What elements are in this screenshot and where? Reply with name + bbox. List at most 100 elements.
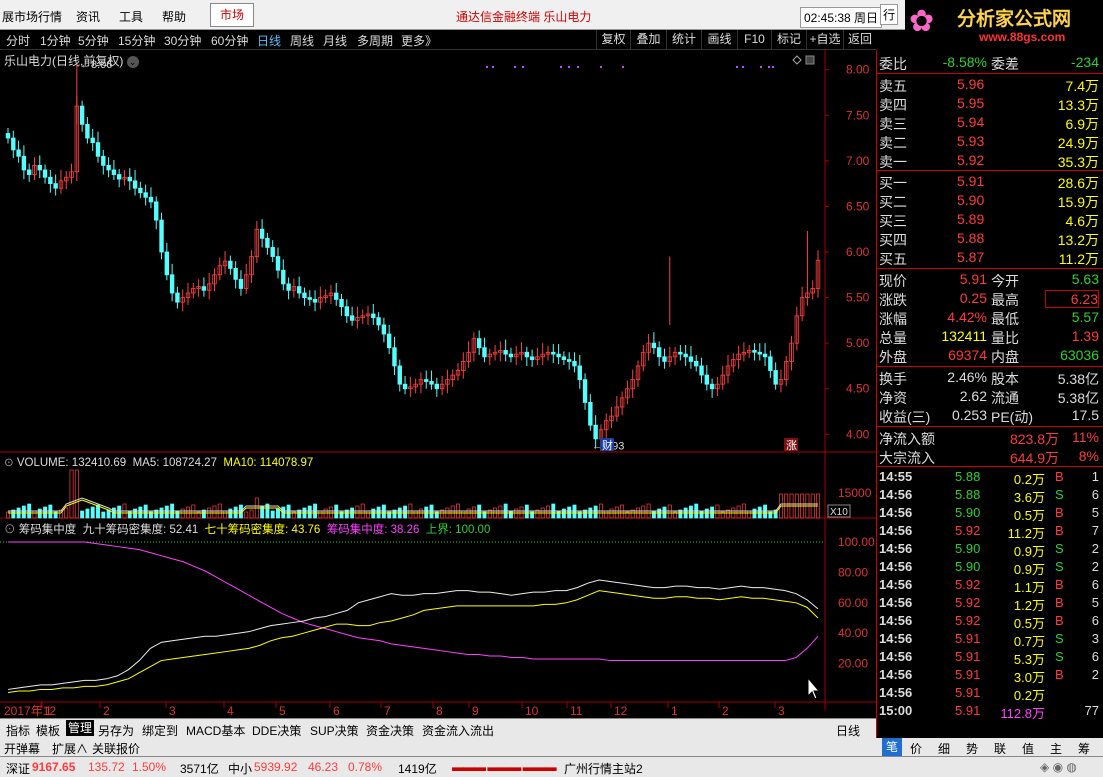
tick-direction: S [1055,559,1064,574]
tick-count: 7 [1091,523,1099,538]
candle-body [307,297,312,300]
candle-body [21,155,27,171]
diff-value: -234 [1070,54,1099,70]
panel-tab-4[interactable]: 联 [994,740,1006,757]
indicator-tab-0[interactable]: 指标 [6,722,30,739]
indicator-tab-3[interactable]: 另存为 [98,722,134,739]
signal-dot [577,66,579,68]
candle-body [704,374,710,385]
candle-body [561,356,567,360]
tick-time: 15:00 [879,703,913,718]
toolbar-1-button[interactable]: 叠加 [630,30,666,50]
indicator-tab-5[interactable]: MACD基本 [186,722,245,739]
chevron-down-icon[interactable]: ⊙ [4,457,17,469]
volume-bar [276,508,280,519]
indicator-tab-6[interactable]: DDE决策 [252,722,301,739]
market-tab[interactable]: 市场 [210,3,254,27]
chevron-down-icon[interactable]: ⊙ [4,524,19,536]
bid-volume: 15.9万 [1057,194,1099,210]
sz-value: 9167.65 [32,760,76,774]
bid-volume: 11.2万 [1058,251,1099,267]
stat-label: 今开 [991,273,1019,289]
flow-label: 大宗流入 [879,450,935,466]
stats2-row: 换手 2.46% 股本 5.38亿 [877,368,1103,387]
zx-pct: 0.78% [348,760,383,774]
tick-direction: B [1055,523,1064,538]
ask-row: 卖四 5.95 13.3万 [877,94,1103,113]
menu-news[interactable]: 资讯 [76,8,100,25]
stat-label: 外盘 [879,349,907,365]
period-7-button[interactable]: 周线 [290,32,314,49]
menu-help[interactable]: 帮助 [162,8,186,25]
tick-price: 5.90 [955,559,981,574]
ask-volume: 24.9万 [1057,135,1099,151]
volume-bar [508,510,513,519]
indicator-tab-7[interactable]: SUP决策 [310,722,359,739]
toolbar-7-button[interactable]: 返回 [843,30,876,50]
period-0-button[interactable]: 分时 [6,32,30,49]
price-tick-label: 7.00 [846,154,870,168]
stat-value: 0.253 [951,407,987,423]
stat-label: 最低 [991,311,1019,327]
volume-bar [318,510,323,519]
toolbar-2-button[interactable]: 统计 [666,30,701,50]
flow-row: 大宗流入 644.9万 8% [877,447,1103,466]
period-4-button[interactable]: 30分钟 [164,32,201,49]
period-9-button[interactable]: 多周期 [357,32,393,49]
indicator-tab-9[interactable]: 资金流入流出 [422,722,494,739]
tick-time: 14:56 [879,613,913,628]
bid-price: 5.87 [957,249,985,265]
chart-canvas[interactable]: 8.00 7.50 7.00 6.50 6.00 5.50 5.00 4.50 4.00 ←8.0… [0,50,876,718]
panel-tab-1[interactable]: 价 [910,740,922,757]
candle-body [709,383,715,390]
period-6-button[interactable]: 日线 [257,32,281,49]
signal-dot [736,66,738,68]
panel-tab-0[interactable]: 笔 [882,738,903,756]
period-5-button[interactable]: 60分钟 [211,32,248,49]
volume-bar [164,505,169,519]
panel-tab-5[interactable]: 值 [1022,740,1034,757]
expand-button[interactable]: 扩展∧ [52,740,88,757]
panel-tab-2[interactable]: 细 [938,740,950,757]
status-icons[interactable]: ◈ ◉ ◍ [1040,760,1077,774]
chart-area[interactable]: 乐山电力(日线,前复权) ⌄ 8.00 7.50 7.00 6.50 6.00 5.50 5… [0,50,876,718]
tick-direction: B [1055,613,1064,628]
volume-bar [80,510,85,519]
candle-body [429,381,434,385]
toolbar-5-button[interactable]: 标记 [771,30,806,50]
period-8-button[interactable]: 月线 [323,32,347,49]
toolbar-6-button[interactable]: +自选 [806,30,843,50]
diamond-icon [792,55,802,65]
stats-row: 总量 132411 量比 1.39 [877,327,1103,346]
ask-row: 卖三 5.94 6.9万 [877,113,1103,132]
tick-direction: S [1055,541,1064,556]
panel-tab-3[interactable]: 势 [966,740,978,757]
tick-row: 14:56 5.91 3.0万 B 2 [877,666,1103,685]
toolbar-0-button[interactable]: 复权 [596,30,630,50]
stats-row: 涨跌 0.25 最高 6.23 [877,289,1103,308]
row-button[interactable]: 行 [880,4,899,25]
indicator-tab-1[interactable]: 模板 [36,722,60,739]
period-1-button[interactable]: 1分钟 [40,32,71,49]
menu-market-quotes[interactable]: 展市场行情 [2,8,62,25]
tick-time: 14:56 [879,523,913,538]
toolbar-4-button[interactable]: F10 [737,30,771,50]
chip-tick-label: 60.00 [838,596,868,610]
tick-row: 14:56 5.91 0.7万 S 3 [877,630,1103,649]
menu-tools[interactable]: 工具 [119,8,143,25]
panel-tab-7[interactable]: 筹 [1078,740,1090,757]
volume-bar [244,511,249,519]
bid-label: 买三 [879,213,907,229]
candle-body [302,292,307,298]
period-2-button[interactable]: 5分钟 [78,32,109,49]
period-3-button[interactable]: 15分钟 [118,32,155,49]
indicator-tab-4[interactable]: 绑定到 [142,722,178,739]
period-10-button[interactable]: 更多》 [401,32,437,49]
panel-tab-6[interactable]: 主 [1050,740,1062,757]
indicator-tab-8[interactable]: 资金决策 [366,722,414,739]
indicator-tab-2[interactable]: 管理 [66,720,95,736]
danmaku-button[interactable]: 开弹幕 [4,740,40,757]
related-quotes-button[interactable]: 关联报价 [92,740,140,757]
right-tabs: 笔价细势联值主筹 [876,738,1103,756]
toolbar-3-button[interactable]: 画线 [701,30,737,50]
